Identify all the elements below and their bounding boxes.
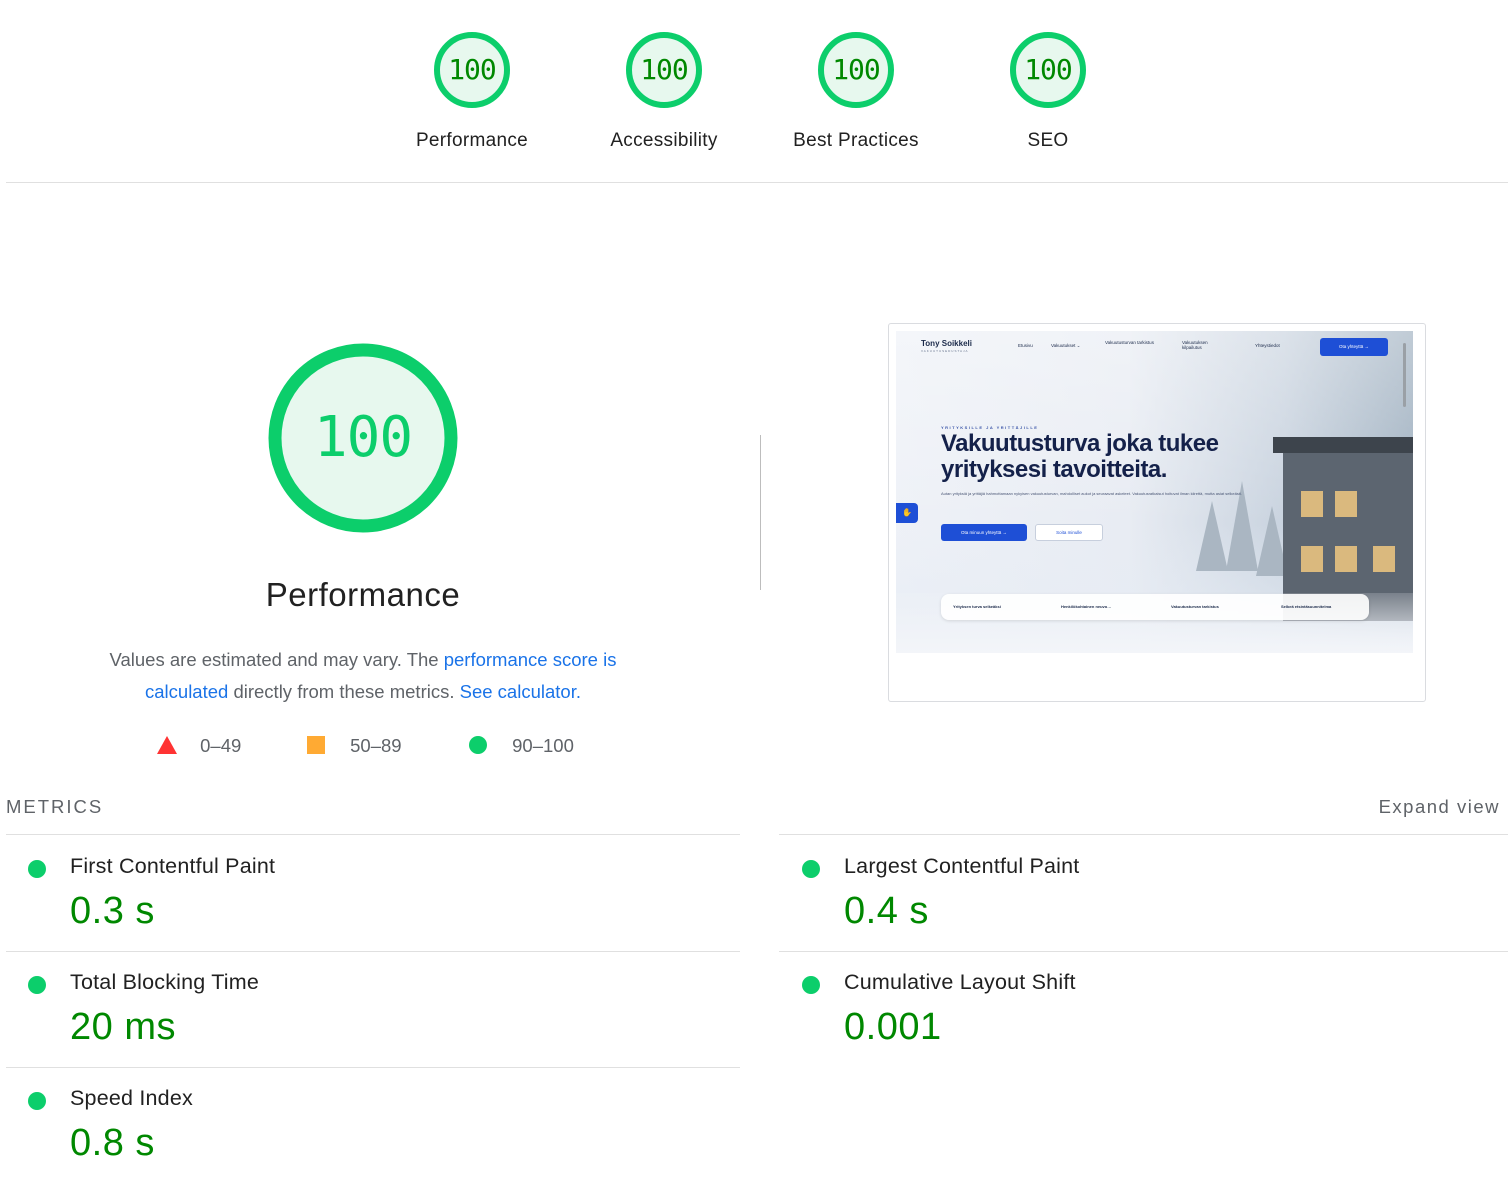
performance-description: Values are estimated and may vary. The p… xyxy=(73,644,653,708)
performance-summary: 100 Performance Values are estimated and… xyxy=(30,340,696,708)
metric-value: 0.3 s xyxy=(70,890,155,932)
preview-feature-bar: Yrityksen turva selkeäksi Henkilökohtain… xyxy=(941,594,1369,620)
page-preview: Tony Soikkeli VAKUUTUSEDUSTAJA Etusivu Va… xyxy=(896,331,1413,653)
gauge-accessibility[interactable]: 100 Accessibility xyxy=(584,30,744,152)
preview-feature: Vakuutusturvan tarkistus xyxy=(1171,604,1219,609)
gauge-score: 100 xyxy=(448,53,497,86)
legend-average: 50–89 xyxy=(307,735,402,757)
gauge-performance[interactable]: 100 Performance xyxy=(392,30,552,152)
metric-title: Cumulative Layout Shift xyxy=(844,970,1076,994)
gauge-ring: 100 xyxy=(816,30,896,110)
preview-headline: Vakuutusturva joka tukee yrityksesi tavo… xyxy=(941,430,1219,483)
see-calculator-link[interactable]: See calculator. xyxy=(460,681,581,702)
house-roof xyxy=(1273,437,1413,453)
category-gauges: 100 Performance 100 Accessibility 100 Be… xyxy=(6,0,1508,183)
legend-range: 0–49 xyxy=(200,735,242,756)
performance-score: 100 xyxy=(313,405,413,470)
gauge-label: SEO xyxy=(1027,130,1069,151)
metric-value: 0.4 s xyxy=(844,890,929,932)
preview-feature: Yrityksen turva selkeäksi xyxy=(953,604,1001,609)
tree-graphic xyxy=(1196,501,1228,571)
house-window xyxy=(1335,491,1357,517)
gauge-score: 100 xyxy=(1024,53,1073,86)
preview-nav-link: Vakuutusturvan tarkistus xyxy=(1105,340,1154,345)
metric-value: 20 ms xyxy=(70,1006,176,1048)
gauge-best-practices[interactable]: 100 Best Practices xyxy=(776,30,936,152)
score-legend: 0–49 50–89 90–100 xyxy=(0,735,760,759)
preview-nav-link: Vakuutuksen kilpailutus xyxy=(1182,340,1208,350)
metrics-heading: METRICS xyxy=(6,796,104,817)
metric-first-contentful-paint: First Contentful Paint 0.3 s xyxy=(6,835,726,951)
gauge-score: 100 xyxy=(640,53,689,86)
gauge-label: Best Practices xyxy=(793,130,919,151)
preview-primary-cta: Ota minuun yhteyttä → xyxy=(941,524,1027,541)
gauge-seo[interactable]: 100 SEO xyxy=(968,30,1128,152)
legend-range: 90–100 xyxy=(512,735,574,756)
metric-total-blocking-time: Total Blocking Time 20 ms xyxy=(6,951,726,1067)
pass-circle-icon xyxy=(469,736,487,754)
average-square-icon xyxy=(307,736,325,754)
description-text: Values are estimated and may vary. The xyxy=(109,649,444,670)
preview-feature: Selkeä etsintäsuunnitelma xyxy=(1281,604,1332,609)
divider xyxy=(760,435,761,590)
performance-title: Performance xyxy=(265,576,461,613)
metric-value: 0.001 xyxy=(844,1006,942,1048)
legend-pass: 90–100 xyxy=(469,735,574,757)
preview-scrollbar xyxy=(1403,343,1406,407)
gauge-ring: 100 xyxy=(432,30,512,110)
expand-view-toggle[interactable]: Expand view xyxy=(1379,796,1500,818)
gauge-label: Performance xyxy=(415,130,529,151)
preview-navbar: Tony Soikkeli VAKUUTUSEDUSTAJA Etusivu Va… xyxy=(896,331,1413,359)
gauge-ring: 100 xyxy=(1008,30,1088,110)
house-window xyxy=(1335,546,1357,572)
fail-triangle-icon xyxy=(157,736,177,754)
performance-gauge: 100 xyxy=(265,340,461,536)
metric-title: Largest Contentful Paint xyxy=(844,854,1080,878)
metric-value: 0.8 s xyxy=(70,1122,155,1164)
preview-feature: Henkilökohtainen neuvo… xyxy=(1061,604,1112,609)
pass-circle-icon xyxy=(802,976,820,994)
metric-title: Speed Index xyxy=(70,1086,193,1110)
description-text: directly from these metrics. xyxy=(228,681,460,702)
brand-subtitle: VAKUUTUSEDUSTAJA xyxy=(921,349,969,353)
preview-secondary-cta: Soita minulle xyxy=(1035,524,1103,541)
final-screenshot[interactable]: Tony Soikkeli VAKUUTUSEDUSTAJA Etusivu Va… xyxy=(888,323,1426,702)
house-window xyxy=(1301,491,1323,517)
preview-nav-link: Etusivu xyxy=(1018,343,1033,348)
pass-circle-icon xyxy=(28,1092,46,1110)
metric-title: Total Blocking Time xyxy=(70,970,260,994)
preview-subtext: Autan yrityksiä ja yrittäjiä hahmottamaa… xyxy=(941,491,1242,496)
gauge-ring: 100 xyxy=(624,30,704,110)
legend-fail: 0–49 xyxy=(157,735,241,757)
metric-speed-index: Speed Index 0.8 s xyxy=(6,1067,726,1183)
pass-circle-icon xyxy=(28,976,46,994)
preview-hand-icon: ✋ xyxy=(896,503,918,523)
gauge-score: 100 xyxy=(832,53,881,86)
preview-nav-link: Vakuutukset ⌄ xyxy=(1051,343,1081,348)
pass-circle-icon xyxy=(28,860,46,878)
house-window xyxy=(1373,546,1395,572)
house-window xyxy=(1301,546,1323,572)
brand-name: Tony Soikkeli xyxy=(921,339,972,348)
gauge-label: Accessibility xyxy=(610,130,718,151)
metric-largest-contentful-paint: Largest Contentful Paint 0.4 s xyxy=(780,835,1500,951)
legend-range: 50–89 xyxy=(350,735,402,756)
preview-brand: Tony Soikkeli VAKUUTUSEDUSTAJA xyxy=(921,339,972,353)
metric-cumulative-layout-shift: Cumulative Layout Shift 0.001 xyxy=(780,951,1500,1067)
metric-title: First Contentful Paint xyxy=(70,854,276,878)
preview-nav-link: Yhteystiedot xyxy=(1255,343,1280,348)
preview-contact-button: Ota yhteyttä → xyxy=(1320,338,1388,356)
pass-circle-icon xyxy=(802,860,820,878)
